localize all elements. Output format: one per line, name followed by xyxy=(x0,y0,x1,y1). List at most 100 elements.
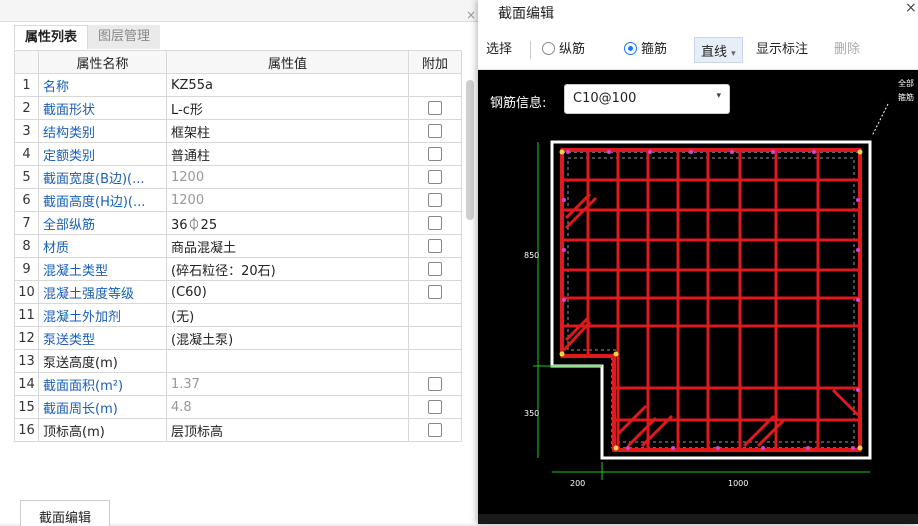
table-row[interactable]: 4 定额类别 普通柱 xyxy=(14,142,462,166)
row-extra-cell xyxy=(408,372,462,396)
corner-rebar-dot xyxy=(613,445,619,451)
row-property-value[interactable]: 层顶标高 xyxy=(166,418,409,442)
row-property-value[interactable]: (无) xyxy=(166,303,409,327)
dim-label-200: 200 xyxy=(570,479,585,488)
extra-checkbox[interactable] xyxy=(428,239,442,253)
tab-property-list[interactable]: 属性列表 xyxy=(14,25,89,49)
row-extra-cell xyxy=(408,119,462,143)
delete-button[interactable]: 删除 xyxy=(834,41,860,59)
table-row[interactable]: 2 截面形状 L-c形 xyxy=(14,96,462,120)
section-canvas[interactable]: 850 350 200 1000 全部 箍筋 钢筋信息: C10@100 ▾ xyxy=(478,70,918,514)
longitudinal-rebar-dot xyxy=(689,150,693,154)
row-property-value[interactable]: 4.8 xyxy=(166,395,409,419)
table-row[interactable]: 1 名称 KZ55a xyxy=(14,73,462,97)
row-property-value[interactable] xyxy=(166,349,409,373)
row-property-value[interactable]: 1200 xyxy=(166,188,409,212)
row-property-value[interactable]: (C60) xyxy=(166,280,409,304)
row-extra-cell xyxy=(408,96,462,120)
section-outline xyxy=(550,140,872,460)
row-property-name: 顶标高(m) xyxy=(38,418,167,442)
row-property-name: 定额类别 xyxy=(38,142,167,166)
longitudinal-rebar-dot xyxy=(856,388,860,392)
row-index: 8 xyxy=(14,234,39,258)
table-row[interactable]: 5 截面宽度(B边)(... 1200 xyxy=(14,165,462,189)
row-property-name: 混凝土类型 xyxy=(38,257,167,281)
chevron-down-icon: ▾ xyxy=(731,49,736,59)
row-property-name: 结构类别 xyxy=(38,119,167,143)
longitudinal-rebar-dot xyxy=(607,150,611,154)
panel-close-icon[interactable]: × xyxy=(466,8,476,22)
table-row[interactable]: 12 泵送类型 (混凝土泵) xyxy=(14,326,462,350)
dialog-close-icon[interactable]: × xyxy=(905,0,917,16)
extra-checkbox[interactable] xyxy=(428,216,442,230)
corner-note: 全部 xyxy=(898,78,914,88)
row-property-value[interactable]: (碎石粒径：20石) xyxy=(166,257,409,281)
extra-checkbox[interactable] xyxy=(428,124,442,138)
corner-rebar-dot xyxy=(857,149,863,155)
radio-longitudinal[interactable]: 纵筋 xyxy=(542,41,585,59)
row-extra-cell xyxy=(408,395,462,419)
table-row[interactable]: 3 结构类别 框架柱 xyxy=(14,119,462,143)
row-property-value[interactable]: L-c形 xyxy=(166,96,409,120)
row-property-name: 混凝土强度等级 xyxy=(38,280,167,304)
col-index-header xyxy=(14,50,39,74)
row-property-value[interactable]: (混凝土泵) xyxy=(166,326,409,350)
table-row[interactable]: 9 混凝土类型 (碎石粒径：20石) xyxy=(14,257,462,281)
longitudinal-rebar-dot xyxy=(562,198,566,202)
section-edit-tab-button[interactable]: 截面编辑 xyxy=(20,500,111,526)
extra-checkbox[interactable] xyxy=(428,423,442,437)
extra-checkbox[interactable] xyxy=(428,193,442,207)
table-row[interactable]: 6 截面高度(H边)(... 1200 xyxy=(14,188,462,212)
panel-tabs: 属性列表 图层管理 xyxy=(14,25,161,49)
row-index: 10 xyxy=(14,280,39,304)
select-button[interactable]: 选择 xyxy=(486,41,512,59)
table-row[interactable]: 16 顶标高(m) 层顶标高 xyxy=(14,418,462,442)
row-property-value[interactable]: 1.37 xyxy=(166,372,409,396)
show-annotation-button[interactable]: 显示标注 xyxy=(756,41,808,59)
table-row[interactable]: 11 混凝土外加剂 (无) xyxy=(14,303,462,327)
table-row[interactable]: 13 泵送高度(m) xyxy=(14,349,462,373)
extra-checkbox[interactable] xyxy=(428,262,442,276)
row-extra-cell xyxy=(408,234,462,258)
table-scrollbar[interactable] xyxy=(466,80,474,220)
row-property-value[interactable]: 普通柱 xyxy=(166,142,409,166)
row-extra-cell xyxy=(408,257,462,281)
extra-checkbox[interactable] xyxy=(428,101,442,115)
extra-checkbox[interactable] xyxy=(428,400,442,414)
extra-checkbox[interactable] xyxy=(428,170,442,184)
leader-line xyxy=(871,103,889,137)
table-row[interactable]: 8 材质 商品混凝土 xyxy=(14,234,462,258)
table-row[interactable]: 15 截面周长(m) 4.8 xyxy=(14,395,462,419)
row-property-value[interactable]: KZ55a xyxy=(166,73,409,97)
extra-checkbox[interactable] xyxy=(428,147,442,161)
longitudinal-rebar-dot xyxy=(771,150,775,154)
rebar-info-select[interactable]: C10@100 ▾ xyxy=(564,84,730,114)
row-property-value[interactable]: 36⏀25 xyxy=(166,211,409,235)
longitudinal-rebar-dot xyxy=(761,446,765,450)
line-mode-dropdown[interactable]: 直线 ▾ xyxy=(694,37,743,63)
longitudinal-rebar-dot xyxy=(856,298,860,302)
row-property-value[interactable]: 商品混凝土 xyxy=(166,234,409,258)
dim-label-850: 850 xyxy=(524,251,539,260)
row-extra-cell xyxy=(408,303,462,327)
panel-header-strip xyxy=(0,0,478,22)
row-property-name: 截面面积(m²) xyxy=(38,372,167,396)
row-property-name: 泵送高度(m) xyxy=(38,349,167,373)
row-index: 4 xyxy=(14,142,39,166)
row-index: 1 xyxy=(14,73,39,97)
row-property-value[interactable]: 框架柱 xyxy=(166,119,409,143)
table-row[interactable]: 10 混凝土强度等级 (C60) xyxy=(14,280,462,304)
radio-stirrup[interactable]: 箍筋 xyxy=(624,41,667,59)
row-property-name: 截面高度(H边)(... xyxy=(38,188,167,212)
row-property-value[interactable]: 1200 xyxy=(166,165,409,189)
extra-checkbox[interactable] xyxy=(428,377,442,391)
section-drawing[interactable]: 850 350 200 1000 全部箍筋 xyxy=(478,70,918,514)
extra-checkbox[interactable] xyxy=(428,285,442,299)
tab-layer-management[interactable]: 图层管理 xyxy=(88,25,161,49)
col-extra-header: 附加 xyxy=(408,50,462,74)
table-row[interactable]: 14 截面面积(m²) 1.37 xyxy=(14,372,462,396)
row-extra-cell xyxy=(408,280,462,304)
dim-label-350: 350 xyxy=(524,409,539,418)
table-row[interactable]: 7 全部纵筋 36⏀25 xyxy=(14,211,462,235)
row-property-name: 全部纵筋 xyxy=(38,211,167,235)
